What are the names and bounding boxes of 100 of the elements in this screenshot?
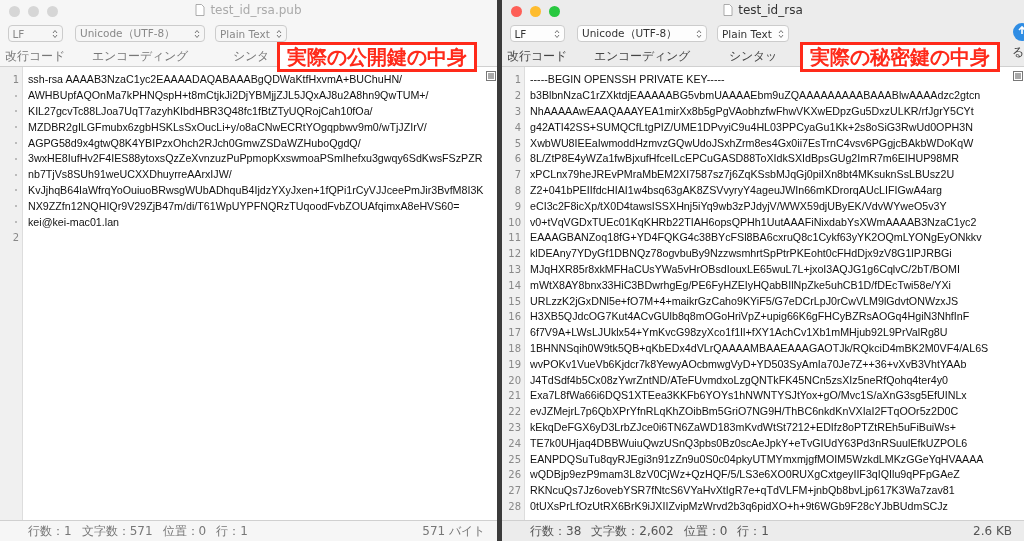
code-line: AGPG58d9x4gtwQ8K4YBIPzxOhch2RJch0GmwZSDaWZHuboQgdQ/ bbox=[27, 136, 361, 150]
line-number: 25 bbox=[508, 453, 521, 465]
status-item: 位置：0 bbox=[683, 522, 728, 540]
line-number: 7 bbox=[514, 169, 521, 181]
line-number: 1 bbox=[12, 74, 19, 86]
code-line: g42ATI42SS+SUMQCfLtgPIZ/UME1DPvyiC9u4HL03PPCyaGu1Kk+2s8oSiG3RwUd0OPH3N bbox=[529, 120, 973, 134]
line-number: 26 bbox=[508, 469, 521, 481]
code-line: URLzzK2jGxDNl5e+fO7M+4+maikrGzCaho9KYiF5/G7eDCrLpJ0rCwVLM9lGdvtONWzxJS bbox=[529, 294, 959, 308]
layout-icon[interactable] bbox=[1013, 71, 1023, 81]
code-line: wvPOKv1VueVb6Kjdcr7k8YewyAOcbmwgVyD+YD503SyAmIa70Je7Z++36+vXvB3VhtYAAb bbox=[529, 357, 967, 371]
code-line: XwbWU8IEEaIwmoddHzmvzGQwUdoJSxhZrm8es4Gx0ii7EsTrnC4vsv6PGgjcBAkbWDoKqW bbox=[529, 136, 974, 150]
code-line: eCI3c2F8icXp/tX0D4tawsISSXHnj5iYq9wb3zPJdyjV/WWX59djUByEK/VdvWYweO5v3Y bbox=[529, 199, 947, 213]
line-number: 9 bbox=[514, 200, 521, 212]
code-line: 0tUXsPrLfOzUtRX6BrK9iJXIIZvipMzWrvd2b3q6pidXO+h+9t6WGb9F28cYJbBUdmSCJz bbox=[529, 499, 948, 513]
zoom-button[interactable] bbox=[549, 5, 560, 17]
popup-button[interactable]: LF bbox=[509, 25, 565, 42]
updown-icon bbox=[194, 28, 200, 39]
status-item: 行：1 bbox=[737, 522, 769, 540]
code-line: 8L/ZtP8E4yWZa1fwBjxufHfceILcEPCuGASD88ToXIdkSXIdBpsGUg2ImR7m6EIHUP98MR bbox=[529, 152, 959, 166]
toolbar-label: 改行コード bbox=[5, 48, 65, 65]
code-line: Exa7L8fWa66i6DQS1XTEea3KKFb6YOYs1hNWNTYSJtYox+gO/Mvc1S/aXnG3sg5EfUINLx bbox=[529, 389, 967, 403]
updown-icon bbox=[51, 28, 58, 39]
line-number: 1 bbox=[514, 74, 521, 86]
toolbar-label: 改行コード bbox=[507, 48, 567, 65]
status-item: 行：1 bbox=[216, 522, 248, 540]
line-number: 20 bbox=[508, 374, 521, 386]
code-line: 1BHNNSqih0W9tk5QB+qKbEDx4dVLrQAAAAMBAAEAAAGAOTJk/RQkciD4mBK2M0VF4/AL6S bbox=[529, 341, 989, 355]
code-line: -----BEGIN OPENSSH PRIVATE KEY----- bbox=[529, 73, 725, 87]
line-number: 6 bbox=[514, 153, 521, 165]
code-line: 3wxHE8IufHv2F4IES88ytoxsQzZeXvnzuzPuPpmopKxswmoaPSmIhefxu3gwqy6SdKwsFSzPZR bbox=[27, 152, 483, 166]
document-icon bbox=[195, 4, 206, 16]
minimize-button[interactable] bbox=[530, 5, 541, 17]
code-line: ssh-rsa AAAAB3NzaC1yc2EAAAADAQABAAABgQDWaKtfHxvmA+BUChuHN/ bbox=[27, 73, 403, 87]
code-line: b3BlbnNzaC1rZXktdjEAAAAABG5vbmUAAAAEbm9uZQAAAAAAAAABAAABlwAAAAdzc2gtcn bbox=[529, 89, 981, 103]
updown-icon bbox=[696, 28, 702, 39]
status-item: 行数：38 bbox=[530, 522, 582, 540]
line-number: 13 bbox=[508, 263, 521, 275]
line-number: 17 bbox=[508, 327, 521, 339]
line-number: 2 bbox=[514, 90, 521, 102]
popup-button[interactable]: Plain Text bbox=[717, 25, 789, 42]
code-line: EAAAGBANZoq18fG+YD4FQKG4c38BYcFSl8BA6cxruQ8c1Cykf63yYK2OQmLYONgEyONkkv bbox=[529, 231, 982, 245]
code-line: kei@kei-mac01.lan bbox=[27, 215, 120, 229]
code-line: kEkqDeFGX6yD3LrbZJce0i6TN6ZaWD183mKvdWtSt7212+EDIfz8oPTZtREh5uFiBuiWs+ bbox=[529, 420, 956, 434]
line-number: 2 bbox=[12, 232, 19, 244]
updown-icon bbox=[778, 28, 784, 39]
code-line: H3XB5QJdcOG7Kut4ACvGUlb8q8mOGoHriVpZ+upig66K6gFHCyBZRsAOGq4HgiN3NhfInF bbox=[529, 310, 970, 324]
line-number: 5 bbox=[514, 137, 521, 149]
code-line: 6f7V9A+LWsLJUklx54+YmKvcG98zyXco1f1Il+fXY1AchCv1Xb1mMHjub92L9PrValRg8U bbox=[529, 326, 948, 340]
code-line: xPCLnx79heJREvPMraMbEM2XI7587sz7j6ZqKSsbMJqGj0piIXn8bt4MKsuknSsLBUsz2U bbox=[529, 168, 955, 182]
code-line: klDEAny7YDyGf1DBNQz78ogvbuBy9NzzwsmhrtSpPtrPKEoht0cFHdDjx9zV8G1lPJRBGi bbox=[529, 247, 952, 261]
line-number: 3 bbox=[514, 106, 521, 117]
code-line: MJqHXR85r8xkMFHaCUsYWa5vHrOBsdIouxLE65wuL7L+jxoI3AQJG1g6CqlvC/2bT/BOMI bbox=[529, 262, 960, 276]
file-size: 2.6 KB bbox=[973, 524, 1012, 538]
code-line: RKNcuQs7Jz6ovebYSR7fNtcS6VYaHvXtIgR7e+qTdVLFM+jnbQb8bvLjp617K3Wa7zav81 bbox=[529, 484, 955, 498]
code-line: evJZMejrL7p6QbXPrYfnRLqKhZOibBm5GriO7NG9H/ThBC6nkdKnVXIaI2FTqOOr5z2D0C bbox=[529, 405, 959, 419]
code-line: J4TdSdf4b5Cx08zYwrZntND/ATeFUvmdxoLzgQNTkFK45NCn5zsXIz5neRfQohq4ter4y0 bbox=[529, 373, 948, 387]
annotation-label: 実際の公開鍵の中身 bbox=[277, 42, 477, 72]
line-number: 16 bbox=[508, 311, 521, 323]
toolbar-label: シンタッ bbox=[729, 48, 777, 65]
status-item: 文字数：571 bbox=[81, 522, 153, 540]
code-line: TE7k0UHjaq4DBBWuiuQwzUSnQ3pbs0Bz0scAeJpkY+eTvGIUdY63Pd3nRSuulEfkUZPOL6 bbox=[529, 436, 968, 450]
popup-button[interactable]: Unicode（UTF-8） bbox=[577, 25, 707, 42]
line-number: 22 bbox=[508, 406, 521, 418]
line-number: 18 bbox=[508, 342, 521, 354]
document-icon bbox=[723, 4, 734, 16]
line-number: 21 bbox=[508, 390, 521, 402]
line-number: 14 bbox=[508, 279, 521, 291]
file-size: 571 バイト bbox=[422, 522, 485, 540]
line-number: 4 bbox=[514, 121, 521, 133]
line-number: 12 bbox=[508, 248, 521, 260]
line-number: 19 bbox=[508, 358, 521, 370]
line-number: 11 bbox=[508, 232, 521, 244]
code-line: Z2+041bPEIIfdcHIAI1w4bsq63gAK8ZSVvyryY4ageuJWIn66mKDrorqAUcLIFIGwA4arg bbox=[529, 183, 942, 197]
code-line: v0+tVqVGDxTUEc01KqKHRb22TIAH6opsQPHh1UutAAAFiNixdabYsXWmAAAAB3NzaC1yc2 bbox=[529, 215, 977, 229]
line-number: 24 bbox=[508, 437, 521, 449]
line-number: 23 bbox=[508, 421, 521, 433]
code-line: NX9ZZfn12NQHIQr9V29ZjB47m/di/T61WpUYPFNQRzTUqoodFvbZOUAfqimxA8eHVS60= bbox=[27, 199, 460, 213]
line-number: 28 bbox=[508, 500, 521, 512]
code-line: KvJjhqB64IaWfrqYoOuiuoBRwsgWUbADhquB4IjdzYXyJxen+1fQPi1rCyVJJceePmJir3BvfM8I3K bbox=[27, 183, 484, 197]
status-item: 文字数：2,602 bbox=[591, 522, 674, 540]
line-number: 27 bbox=[508, 485, 521, 497]
code-line: AWHBUpfAQOnMa7kPHNQspH+t8mCtjkJi2DjYBMjjZJL5JQxAJ8u2A8hn9QwTUM+/ bbox=[27, 89, 429, 103]
window-title: test_id_rsa bbox=[738, 3, 803, 17]
updown-icon bbox=[553, 28, 560, 39]
code-line: EANPDQSuTu8qyRJEgi3n91zZn9u0S0c04pkyUTMYmxmjgfMOIM5WzkdLMKzGGeYqHVAAAA bbox=[529, 452, 984, 466]
toolbar-label: シンタ bbox=[233, 48, 269, 65]
toolbar-label: エンコーディング bbox=[92, 48, 188, 65]
line-number: 8 bbox=[514, 184, 521, 196]
code-line: MZDBR2gILGFmubx6zgbHSKLsSxOucLi+y/o8aCNwECRtYOgqpbwv9m0/wTjJZIrV/ bbox=[27, 120, 427, 134]
code-line: KIL27gcvTc88LJoa7UqT7azyhKIbdHBR3Q48fc1fBtZTyUQRojCah10fOa/ bbox=[27, 105, 373, 118]
updown-icon bbox=[276, 28, 282, 39]
toolbar-label: る bbox=[1012, 44, 1024, 61]
line-number: 10 bbox=[508, 216, 521, 228]
status-item: 位置：0 bbox=[162, 522, 207, 540]
close-button[interactable] bbox=[511, 5, 522, 17]
code-line: NhAAAAAwEAAQAAAYEA1mirXx8b5gPgVAobhzfwFhwVKXwEDpzGu5DxzULKR/rfJgrY5CYt bbox=[529, 105, 974, 118]
window-title: test_id_rsa.pub bbox=[210, 3, 302, 17]
status-item: 行数：1 bbox=[28, 522, 72, 540]
code-line: mWtX8AY8bnx33HiC3BDwrhgEg/PE6FyHZEIyHQabBIlNpZke5uhCB1D/fDEcTwi58e/YXi bbox=[529, 278, 951, 292]
annotation-label: 実際の秘密鍵の中身 bbox=[800, 42, 1000, 72]
